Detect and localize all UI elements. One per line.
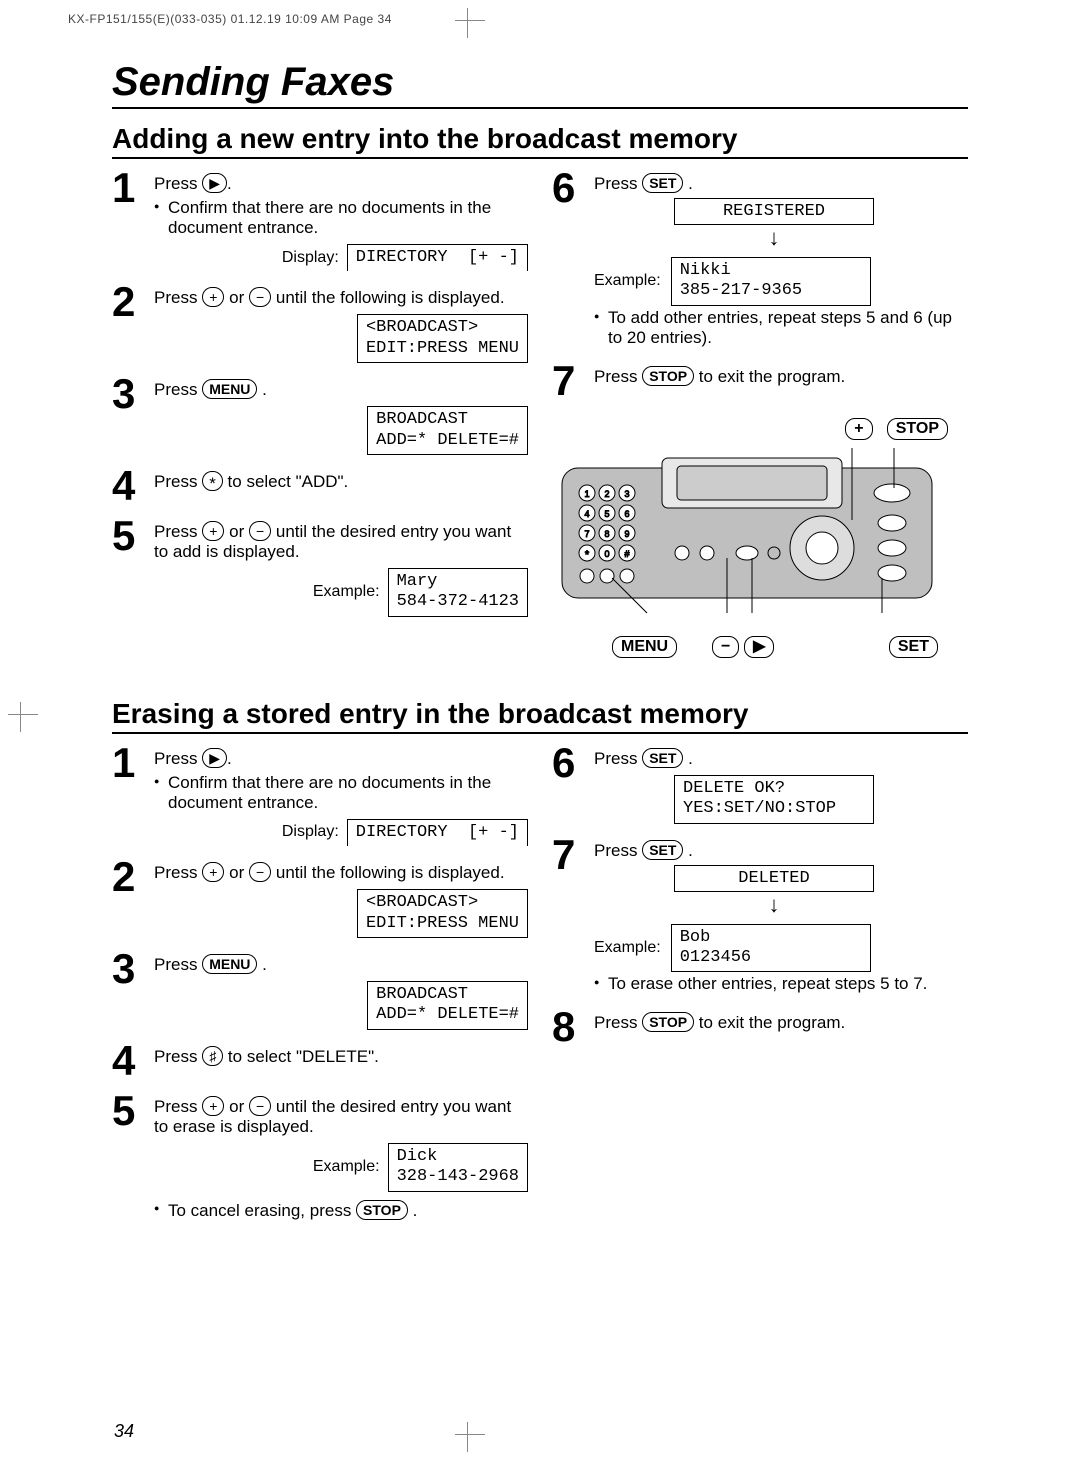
add-step-7: 7 Press STOP to exit the program. bbox=[552, 360, 968, 402]
svg-text:#: # bbox=[624, 549, 629, 559]
erase-step-1: 1 Press ▶. Confirm that there are no doc… bbox=[112, 742, 528, 848]
display-label: Display: bbox=[282, 249, 339, 267]
fax-machine-icon: 1 2 3 4 5 6 7 8 9 * 0 # bbox=[552, 448, 942, 618]
add-step-5: 5 Press + or − until the desired entry y… bbox=[112, 515, 528, 619]
print-header: KX-FP151/155(E)(033-035) 01.12.19 10:09 … bbox=[68, 12, 392, 26]
erase-step-3: 3 Press MENU . BROADCAST ADD=* DELETE=# bbox=[112, 948, 528, 1032]
add-step-6: 6 Press SET . REGISTERED ↓ Example: Nikk… bbox=[552, 167, 968, 352]
add-step-4: 4 Press to select "ADD". bbox=[112, 465, 528, 507]
example-label: Example: bbox=[313, 583, 380, 601]
svg-text:2: 2 bbox=[604, 489, 609, 499]
plus-key-icon: + bbox=[202, 862, 224, 882]
next-key-icon: ▶ bbox=[202, 748, 227, 768]
svg-text:*: * bbox=[585, 549, 590, 561]
example-label: Example: bbox=[594, 272, 661, 290]
svg-text:1: 1 bbox=[584, 489, 589, 499]
erase-step-7: 7 Press SET . DELETED ↓ Example: Bob 012… bbox=[552, 834, 968, 999]
stop-key: STOP bbox=[642, 366, 694, 386]
svg-text:4: 4 bbox=[584, 509, 589, 519]
display-value: BROADCAST ADD=* DELETE=# bbox=[367, 406, 528, 455]
add-step-1: 1 Press ▶. Confirm that there are no doc… bbox=[112, 167, 528, 273]
svg-text:6: 6 bbox=[624, 509, 629, 519]
add-step6-bullet: To add other entries, repeat steps 5 and… bbox=[594, 308, 968, 348]
svg-text:3: 3 bbox=[624, 489, 629, 499]
svg-text:0: 0 bbox=[604, 549, 609, 559]
callout-minus: − bbox=[712, 636, 739, 658]
star-key-icon bbox=[202, 471, 223, 491]
callout-menu: MENU bbox=[612, 636, 677, 658]
display-value: DIRECTORY [+ -] bbox=[347, 244, 528, 271]
page-number: 34 bbox=[114, 1421, 134, 1442]
callout-set: SET bbox=[889, 636, 938, 658]
erase-step-5: 5 Press + or − until the desired entry y… bbox=[112, 1090, 528, 1225]
erase-columns: 1 Press ▶. Confirm that there are no doc… bbox=[112, 742, 968, 1233]
add-step1-press: Press bbox=[154, 174, 202, 193]
callout-stop: STOP bbox=[887, 418, 948, 440]
section-add-title: Adding a new entry into the broadcast me… bbox=[112, 123, 968, 159]
erase-step-8: 8 Press STOP to exit the program. bbox=[552, 1006, 968, 1048]
minus-key-icon: − bbox=[249, 862, 271, 882]
hash-key-icon: ♯ bbox=[202, 1046, 223, 1066]
svg-text:5: 5 bbox=[604, 509, 609, 519]
minus-key-icon: − bbox=[249, 287, 271, 307]
crop-mark-bottom-icon bbox=[455, 1422, 485, 1452]
svg-text:7: 7 bbox=[584, 529, 589, 539]
stop-key: STOP bbox=[356, 1200, 408, 1220]
add-step-2: 2 Press + or − until the following is di… bbox=[112, 281, 528, 365]
callout-next: ▶ bbox=[744, 636, 774, 658]
chapter-title: Sending Faxes bbox=[112, 60, 968, 109]
menu-key: MENU bbox=[202, 379, 257, 399]
svg-text:9: 9 bbox=[624, 529, 629, 539]
erase-step-6: 6 Press SET . DELETE OK? YES:SET/NO:STOP bbox=[552, 742, 968, 826]
erase-step-2: 2 Press + or − until the following is di… bbox=[112, 856, 528, 940]
fax-illustration: + STOP 1 2 3 4 5 bbox=[552, 418, 968, 658]
crop-mark-top-icon bbox=[455, 8, 485, 38]
deleted-box: DELETED bbox=[674, 865, 874, 892]
registered-box: REGISTERED bbox=[674, 198, 874, 225]
set-key: SET bbox=[642, 748, 683, 768]
svg-text:8: 8 bbox=[604, 529, 609, 539]
callout-plus: + bbox=[845, 418, 872, 440]
arrow-down-icon: ↓ bbox=[764, 892, 784, 918]
menu-key: MENU bbox=[202, 954, 257, 974]
add-columns: 1 Press ▶. Confirm that there are no doc… bbox=[112, 167, 968, 658]
minus-key-icon: − bbox=[249, 521, 271, 541]
minus-key-icon: − bbox=[249, 1096, 271, 1116]
erase-step-4: 4 Press ♯ to select "DELETE". bbox=[112, 1040, 528, 1082]
display-value: Mary 584-372-4123 bbox=[388, 568, 528, 617]
display-value: Nikki 385-217-9365 bbox=[671, 257, 871, 306]
page: KX-FP151/155(E)(033-035) 01.12.19 10:09 … bbox=[0, 0, 1080, 1472]
plus-key-icon: + bbox=[202, 521, 224, 541]
section-erase-title: Erasing a stored entry in the broadcast … bbox=[112, 698, 968, 734]
next-key-icon: ▶ bbox=[202, 173, 227, 193]
display-value: <BROADCAST> EDIT:PRESS MENU bbox=[357, 314, 528, 363]
set-key: SET bbox=[642, 173, 683, 193]
arrow-down-icon: ↓ bbox=[764, 225, 784, 251]
add-step1-bullet: Confirm that there are no documents in t… bbox=[154, 198, 528, 238]
set-key: SET bbox=[642, 840, 683, 860]
crop-mark-left-icon bbox=[8, 702, 38, 732]
stop-key: STOP bbox=[642, 1012, 694, 1032]
plus-key-icon: + bbox=[202, 287, 224, 307]
add-step-3: 3 Press MENU . BROADCAST ADD=* DELETE=# bbox=[112, 373, 528, 457]
plus-key-icon: + bbox=[202, 1096, 224, 1116]
